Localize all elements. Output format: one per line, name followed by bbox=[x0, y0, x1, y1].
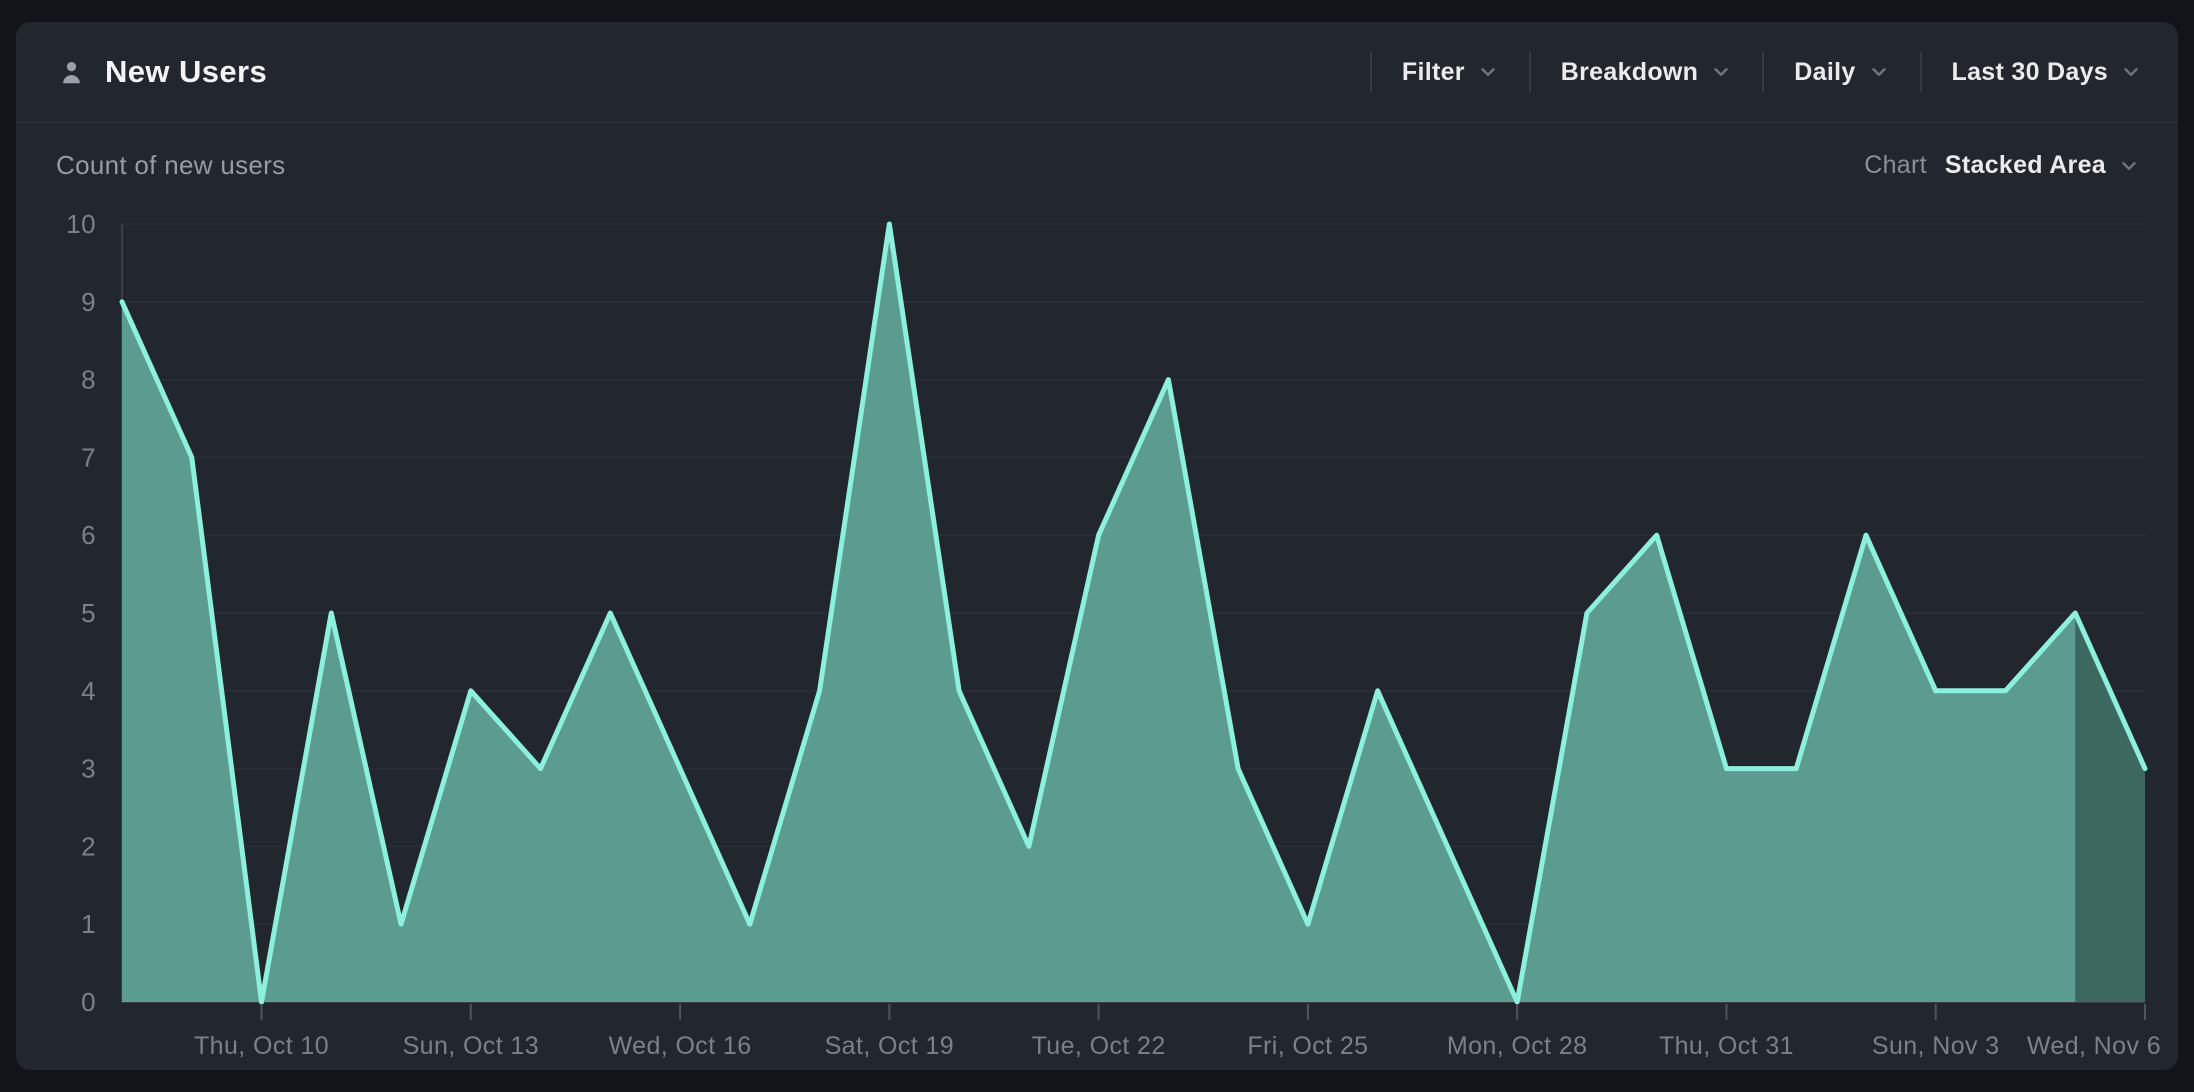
chart-subheader: Count of new users Chart Stacked Area bbox=[16, 123, 2178, 208]
area-fill-partial bbox=[2075, 613, 2145, 1002]
x-axis-label: Tue, Oct 22 bbox=[1032, 1032, 1166, 1060]
x-axis-label: Sun, Oct 13 bbox=[403, 1032, 539, 1060]
chevron-down-icon bbox=[1477, 61, 1499, 83]
y-axis-label: 3 bbox=[81, 754, 96, 784]
x-axis-label: Wed, Nov 6 bbox=[2027, 1032, 2161, 1060]
y-axis-label: 4 bbox=[81, 676, 96, 706]
x-axis-label: Sat, Oct 19 bbox=[825, 1032, 954, 1060]
filter-dropdown[interactable]: Filter bbox=[1372, 58, 1529, 87]
y-axis-label: 2 bbox=[81, 831, 96, 861]
x-axis-label: Mon, Oct 28 bbox=[1447, 1032, 1588, 1060]
x-axis-label: Wed, Oct 16 bbox=[609, 1032, 752, 1060]
granularity-dropdown-label: Daily bbox=[1794, 58, 1855, 87]
chevron-down-icon bbox=[1868, 61, 1890, 83]
y-axis-label: 1 bbox=[81, 909, 96, 939]
chart-type-value: Stacked Area bbox=[1945, 151, 2106, 180]
date-range-dropdown[interactable]: Last 30 Days bbox=[1922, 58, 2142, 87]
new-users-widget: New Users Filter Breakdown Daily Last 30… bbox=[16, 22, 2178, 1070]
y-axis-label: 8 bbox=[81, 365, 96, 395]
y-axis-label: 10 bbox=[66, 209, 96, 239]
breakdown-dropdown-label: Breakdown bbox=[1561, 58, 1698, 87]
y-axis-label: 7 bbox=[81, 442, 96, 472]
chart-area[interactable]: 0 1 2 3 4 5 6 7 8 9 10 Thu, Oct 10 Sun, Oct 13 Wed, O… bbox=[16, 208, 2178, 1070]
chevron-down-icon bbox=[2118, 155, 2140, 177]
metric-label: Count of new users bbox=[56, 150, 285, 181]
y-axis-label: 9 bbox=[81, 287, 96, 317]
user-icon bbox=[58, 59, 85, 86]
breakdown-dropdown[interactable]: Breakdown bbox=[1531, 58, 1762, 87]
chart-type-caption: Chart bbox=[1864, 151, 1927, 180]
x-axis-label: Thu, Oct 31 bbox=[1659, 1032, 1794, 1060]
widget-header: New Users Filter Breakdown Daily Last 30… bbox=[16, 22, 2178, 122]
widget-title-group: New Users bbox=[58, 54, 267, 90]
date-range-dropdown-label: Last 30 Days bbox=[1952, 58, 2108, 87]
filter-dropdown-label: Filter bbox=[1402, 58, 1465, 87]
x-axis-label: Thu, Oct 10 bbox=[194, 1032, 329, 1060]
header-controls: Filter Breakdown Daily Last 30 Days bbox=[1370, 52, 2142, 92]
x-axis-label: Fri, Oct 25 bbox=[1247, 1032, 1368, 1060]
chart-type-group: Chart Stacked Area bbox=[1864, 151, 2140, 180]
widget-title: New Users bbox=[105, 54, 267, 90]
chevron-down-icon bbox=[1710, 61, 1732, 83]
y-axis-label: 5 bbox=[81, 598, 96, 628]
chart-type-dropdown[interactable]: Stacked Area bbox=[1945, 151, 2140, 180]
chevron-down-icon bbox=[2120, 61, 2142, 83]
granularity-dropdown[interactable]: Daily bbox=[1764, 58, 1919, 87]
y-axis-label: 6 bbox=[81, 520, 96, 550]
x-axis-label: Sun, Nov 3 bbox=[1872, 1032, 2000, 1060]
area-chart-svg[interactable]: 0 1 2 3 4 5 6 7 8 9 10 Thu, Oct 10 Sun, Oct 13 Wed, O… bbox=[16, 208, 2178, 1070]
y-axis-label: 0 bbox=[81, 987, 96, 1017]
